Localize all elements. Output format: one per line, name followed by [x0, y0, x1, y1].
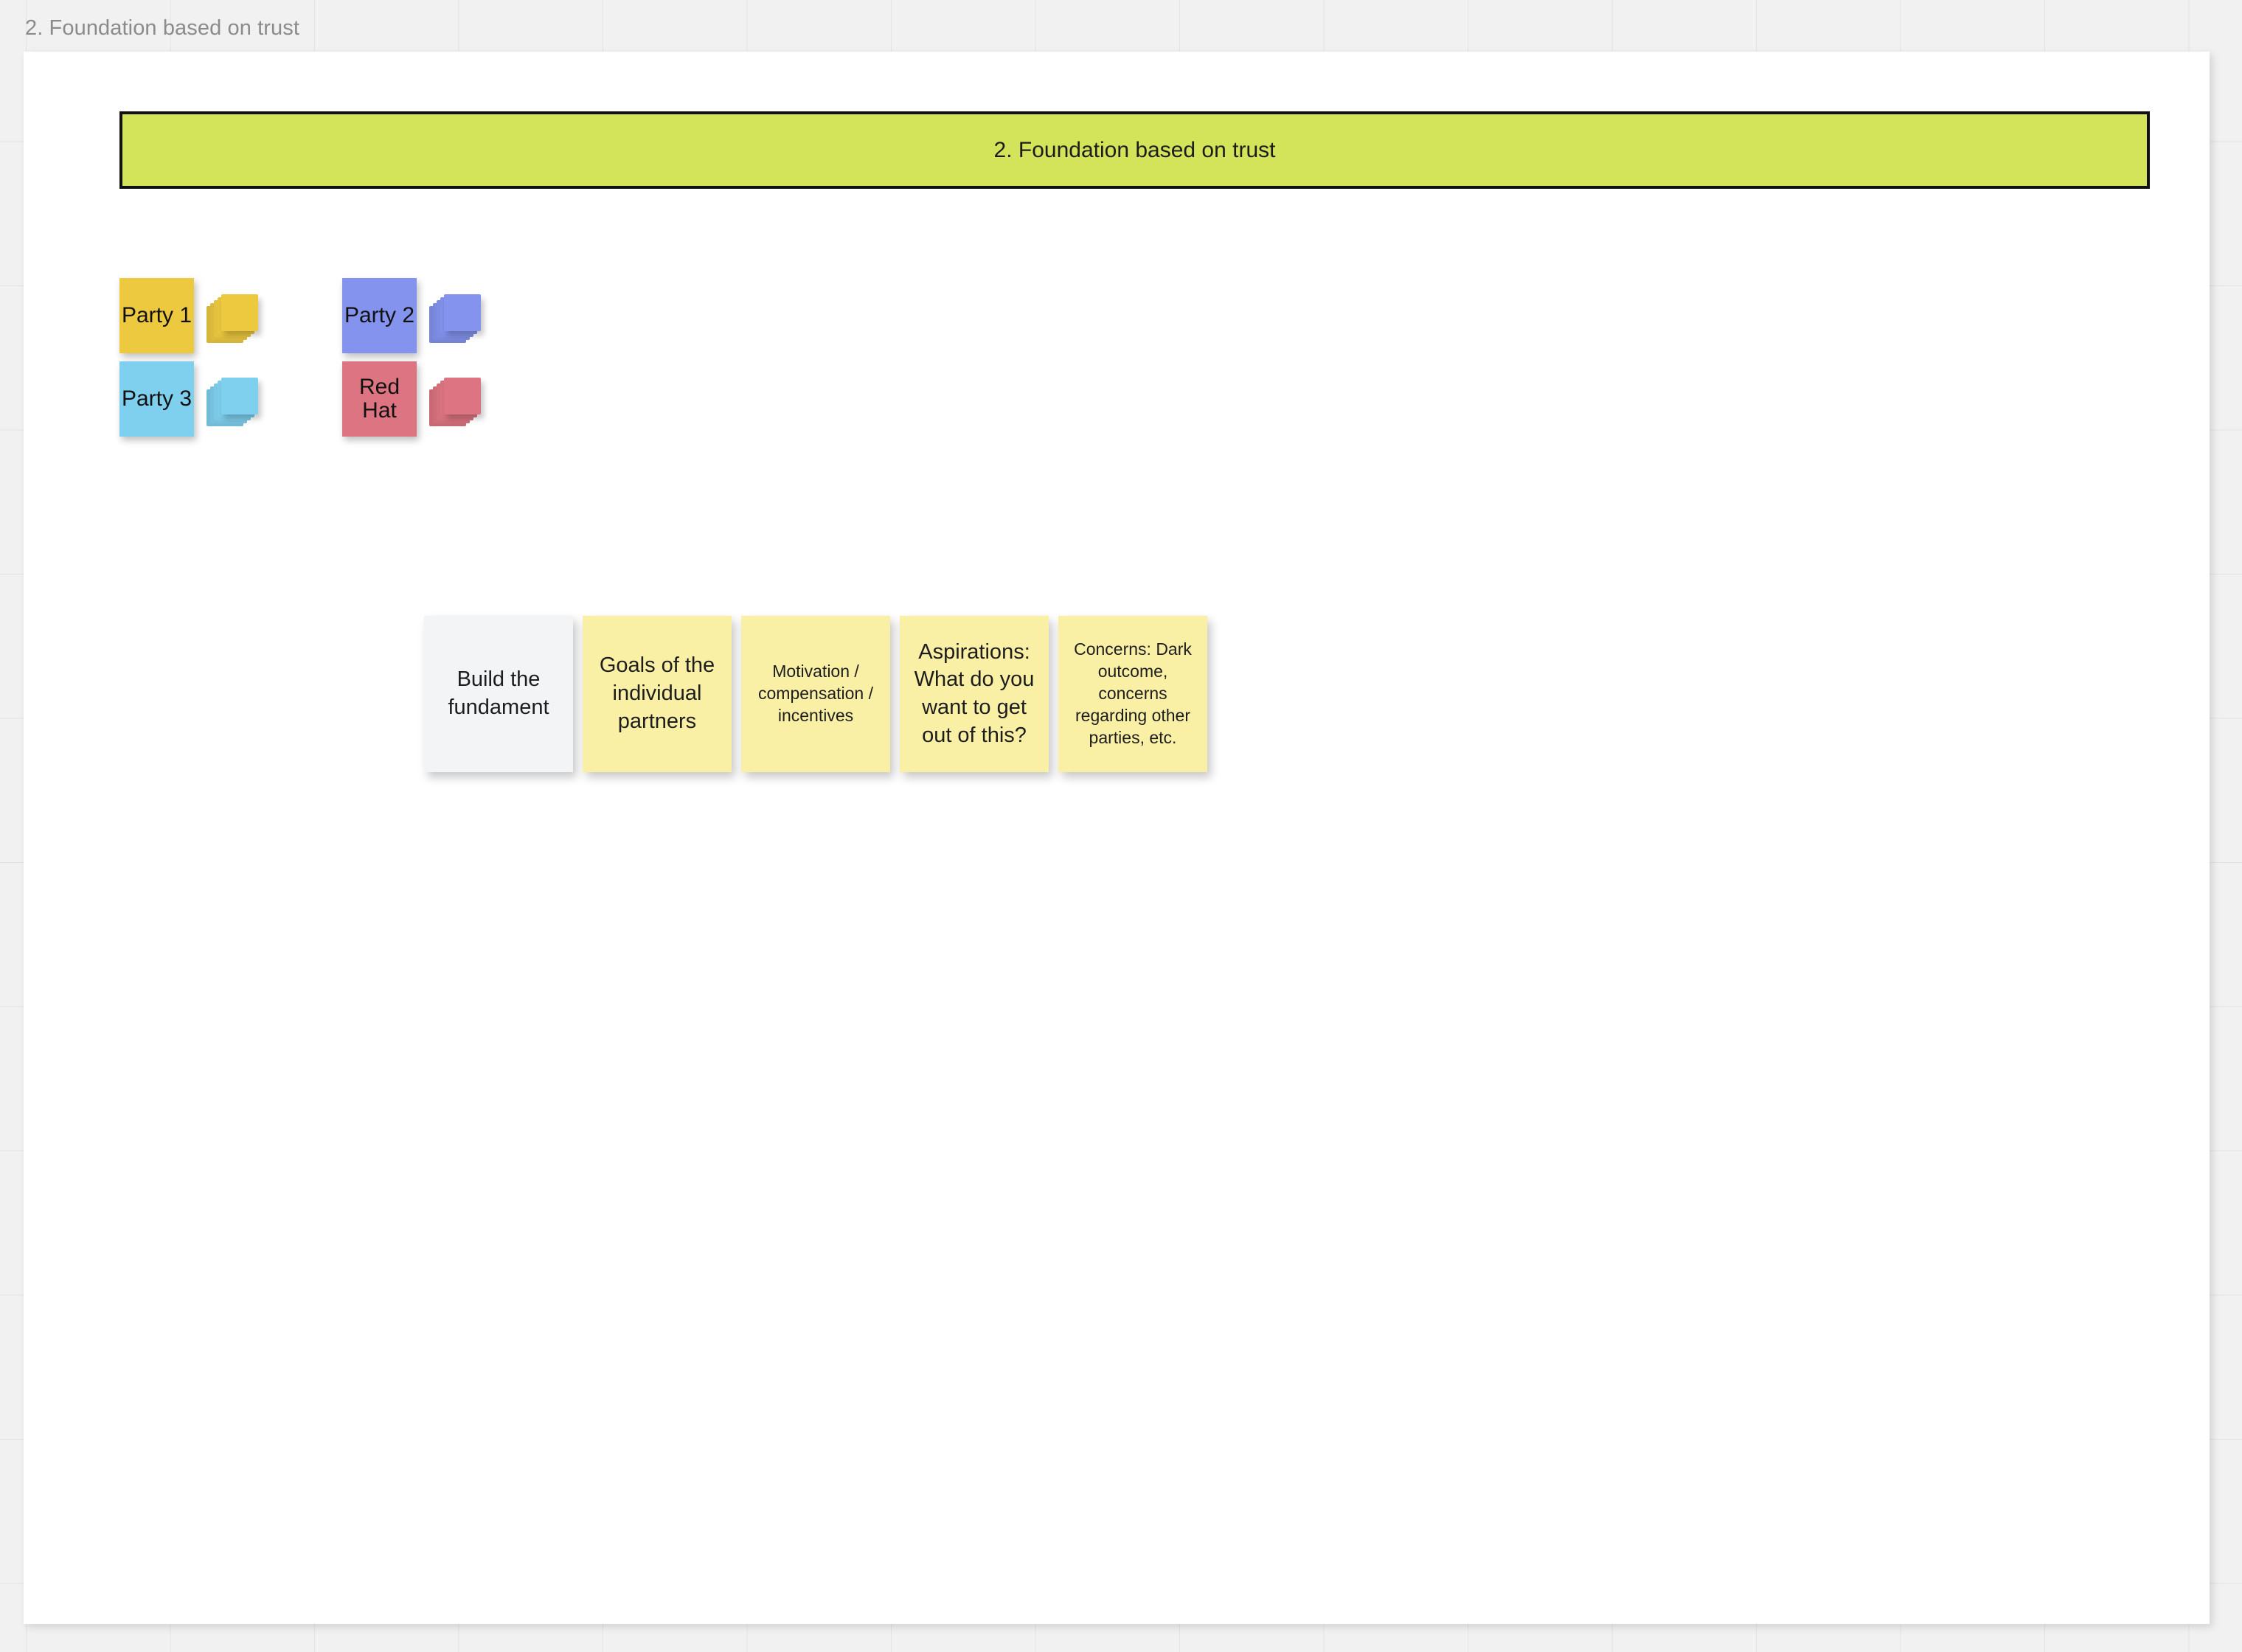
- sticky-stack-icon: [429, 378, 484, 426]
- sticky-note[interactable]: Goals of the individual partners: [583, 616, 732, 772]
- legend-note-party-2[interactable]: Party 2: [342, 278, 417, 353]
- legend-note-red-hat[interactable]: Red Hat: [342, 361, 417, 437]
- sticky-stack-icon: [429, 294, 484, 343]
- legend-row: Party 1: [119, 278, 296, 360]
- legend-column-right: Party 2 Red Hat: [342, 278, 519, 445]
- title-banner-text: 2. Foundation based on trust: [993, 137, 1276, 162]
- sticky-stack-icon: [206, 294, 261, 343]
- legend-row: Party 3: [119, 361, 296, 443]
- legend-note-label: Party 1: [121, 302, 192, 327]
- sticky-note[interactable]: Concerns: Dark outcome, concerns regardi…: [1058, 616, 1207, 772]
- sticky-note-text: Motivation / compensation / incentives: [758, 662, 873, 725]
- legend-row: Red Hat: [342, 361, 519, 443]
- slide-frame[interactable]: 2. Foundation based on trust Party 1 Par…: [24, 52, 2210, 1624]
- sticky-note[interactable]: Build the fundament: [424, 616, 573, 772]
- legend-note-label: Red Hat: [358, 374, 400, 423]
- legend-column-left: Party 1 Party 3: [119, 278, 296, 445]
- legend-note-party-3[interactable]: Party 3: [119, 361, 194, 437]
- sticky-note-text: Goals of the individual partners: [599, 653, 715, 733]
- legend-note-label: Party 2: [344, 302, 415, 327]
- party-legend: Party 1 Party 3 Party 2 Red Hat: [119, 278, 503, 448]
- sticky-note-text: Build the fundament: [448, 667, 549, 719]
- sticky-note[interactable]: Aspirations: What do you want to get out…: [900, 616, 1049, 772]
- sticky-stack-icon: [206, 378, 261, 426]
- sticky-note[interactable]: Motivation / compensation / incentives: [741, 616, 890, 772]
- legend-note-party-1[interactable]: Party 1: [119, 278, 194, 353]
- frame-label[interactable]: 2. Foundation based on trust: [25, 18, 299, 39]
- legend-row: Party 2: [342, 278, 519, 360]
- sticky-note-text: Concerns: Dark outcome, concerns regardi…: [1074, 639, 1192, 747]
- title-banner[interactable]: 2. Foundation based on trust: [119, 111, 2150, 189]
- legend-note-label: Party 3: [121, 386, 192, 411]
- sticky-note-text: Aspirations: What do you want to get out…: [914, 639, 1035, 747]
- whiteboard-canvas[interactable]: 2. Foundation based on trust 2. Foundati…: [0, 0, 2242, 1652]
